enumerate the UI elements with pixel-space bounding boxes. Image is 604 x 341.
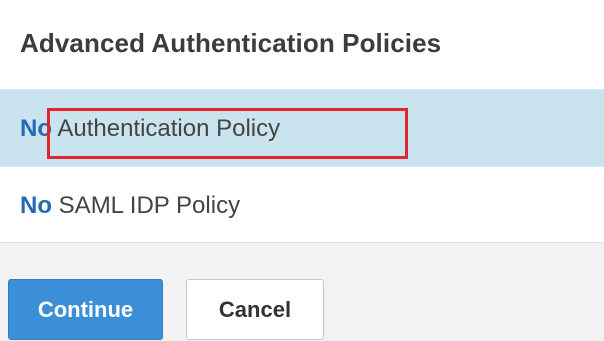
- continue-button[interactable]: Continue: [8, 279, 163, 340]
- policy-row-saml-idp[interactable]: No SAML IDP Policy: [0, 166, 604, 243]
- highlight-box: [47, 108, 408, 159]
- policy-name-label: SAML IDP Policy: [58, 192, 241, 219]
- cancel-button[interactable]: Cancel: [186, 279, 324, 340]
- page-title: Advanced Authentication Policies: [20, 28, 442, 58]
- policy-prefix-label: No: [20, 192, 52, 219]
- panel-header: Advanced Authentication Policies: [0, 0, 604, 89]
- policy-row-text: No SAML IDP Policy: [20, 192, 240, 220]
